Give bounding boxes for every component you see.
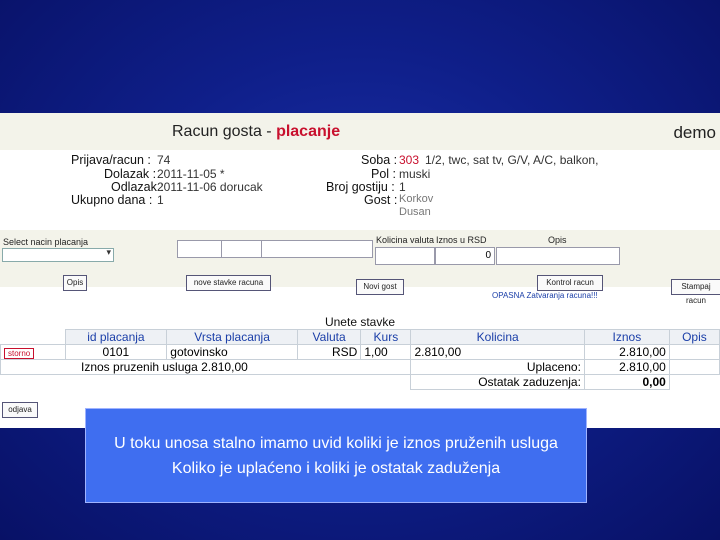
- cell-kurs: 1,00: [360, 344, 412, 360]
- header-spacer: [0, 329, 65, 345]
- payment-method-select[interactable]: ▾: [2, 247, 114, 262]
- ukupno-value: 1: [157, 193, 164, 207]
- gost-value-1: Korkov: [399, 193, 434, 205]
- pol-label: Pol :: [371, 167, 397, 181]
- page-title: Racun gosta - placanje: [172, 123, 340, 141]
- kolicina-label: Kolicina valuta: [376, 235, 435, 245]
- field-b[interactable]: [221, 240, 263, 258]
- iznos-label: Iznos u RSD: [436, 235, 487, 245]
- dolazak-value: 2011-11-05 *: [157, 167, 225, 181]
- broj-gostiju-value: 1: [399, 180, 406, 194]
- opis-input[interactable]: [496, 247, 620, 265]
- ukupno-label: Ukupno dana :: [71, 193, 153, 207]
- demo-label: demo: [673, 123, 716, 142]
- col-valuta: Valuta: [296, 329, 362, 345]
- summary-row-2: Ostatak zaduzenja: 0,00: [1, 374, 720, 390]
- soba-number: 303: [399, 153, 420, 167]
- summary-empty-1: [668, 359, 720, 375]
- soba-description: 1/2, twc, sat tv, G/V, A/C, balkon,: [425, 153, 599, 167]
- opis-label: Opis: [548, 235, 567, 245]
- broj-gostiju-label: Broj gostiju :: [326, 180, 395, 194]
- prijava-label: Prijava/racun :: [71, 153, 151, 167]
- summary-empty-2: [669, 375, 719, 390]
- payments-table: id placanja Vrsta placanja Valuta Kurs K…: [0, 329, 720, 390]
- uplaceno-value: 2.810,00: [583, 359, 670, 375]
- storno-button[interactable]: storno: [4, 348, 35, 359]
- section-title: Unete stavke: [324, 315, 396, 329]
- title-prefix: Racun gosta -: [172, 123, 277, 140]
- soba-label: Soba :: [361, 153, 398, 167]
- field-c[interactable]: [261, 240, 373, 258]
- col-kurs: Kurs: [360, 329, 412, 345]
- row-action-cell: storno: [0, 344, 66, 360]
- table-row: storno 0101 gotovinsko RSD 1,00 2.810,00…: [0, 344, 720, 360]
- page-header: Racun gosta - placanje demo: [0, 113, 720, 150]
- pol-value: muski: [399, 167, 431, 181]
- cell-iznos: 2.810,00: [583, 344, 670, 360]
- chevron-down-icon: ▾: [106, 247, 111, 257]
- annotation-line-1: U toku unosa stalno imamo uvid koliki je…: [114, 435, 558, 452]
- uplaceno-label: Uplaceno:: [410, 359, 585, 375]
- col-opis: Opis: [668, 329, 720, 345]
- zatvaranje-link[interactable]: OPASNA Zatvaranja racuna!!!: [492, 291, 598, 300]
- novi-gost-button[interactable]: Novi gost: [356, 279, 404, 295]
- cell-valuta: RSD: [296, 344, 362, 360]
- iznos-pruzenih-cell: Iznos pruzenih usluga 2.810,00: [0, 359, 412, 375]
- nove-stavke-button[interactable]: nove stavke racuna: [186, 275, 271, 291]
- col-vrsta-placanja: Vrsta placanja: [166, 329, 298, 345]
- prijava-value: 74: [157, 153, 171, 167]
- cell-vrsta: gotovinsko: [166, 344, 298, 360]
- odlazak-value: 2011-11-06 dorucak: [157, 180, 263, 194]
- ostatak-label: Ostatak zaduzenja:: [410, 374, 585, 390]
- kontrol-racun-button[interactable]: Kontrol racun: [537, 275, 603, 291]
- col-iznos: Iznos: [583, 329, 670, 345]
- select-label: Select nacin placanja: [3, 237, 89, 247]
- kolicina-input[interactable]: [375, 247, 435, 265]
- iznos-value: 0: [485, 250, 491, 261]
- stampaj-racun-button[interactable]: Stampaj racun: [671, 279, 720, 305]
- screenshot-panel: Racun gosta - placanje demo Prijava/racu…: [0, 113, 720, 428]
- summary-spacer: [1, 375, 411, 390]
- annotation-callout: U toku unosa stalno imamo uvid koliki je…: [85, 408, 587, 503]
- title-highlight: placanje: [276, 123, 341, 140]
- col-id-placanja: id placanja: [64, 329, 168, 345]
- dolazak-label: Dolazak :: [104, 167, 157, 181]
- odjava-button[interactable]: odjava: [2, 402, 38, 418]
- ostatak-value: 0,00: [583, 374, 670, 390]
- table-header-row: id placanja Vrsta placanja Valuta Kurs K…: [0, 329, 720, 345]
- gost-label: Gost :: [364, 193, 398, 207]
- cell-id: 0101: [64, 344, 168, 360]
- opis-button[interactable]: Opis: [63, 275, 87, 291]
- gost-value-2: Dusan: [399, 206, 431, 218]
- summary-row-1: Iznos pruzenih usluga 2.810,00 Uplaceno:…: [0, 359, 720, 375]
- annotation-line-2: Koliko je uplaćeno i koliki je ostatak z…: [171, 460, 501, 477]
- iznos-input[interactable]: 0: [435, 247, 495, 265]
- odlazak-label: Odlazak :: [111, 180, 164, 194]
- col-kolicina: Kolicina: [410, 329, 585, 345]
- cell-kolicina: 2.810,00: [410, 344, 585, 360]
- cell-opis: [668, 344, 720, 360]
- field-a[interactable]: [177, 240, 223, 258]
